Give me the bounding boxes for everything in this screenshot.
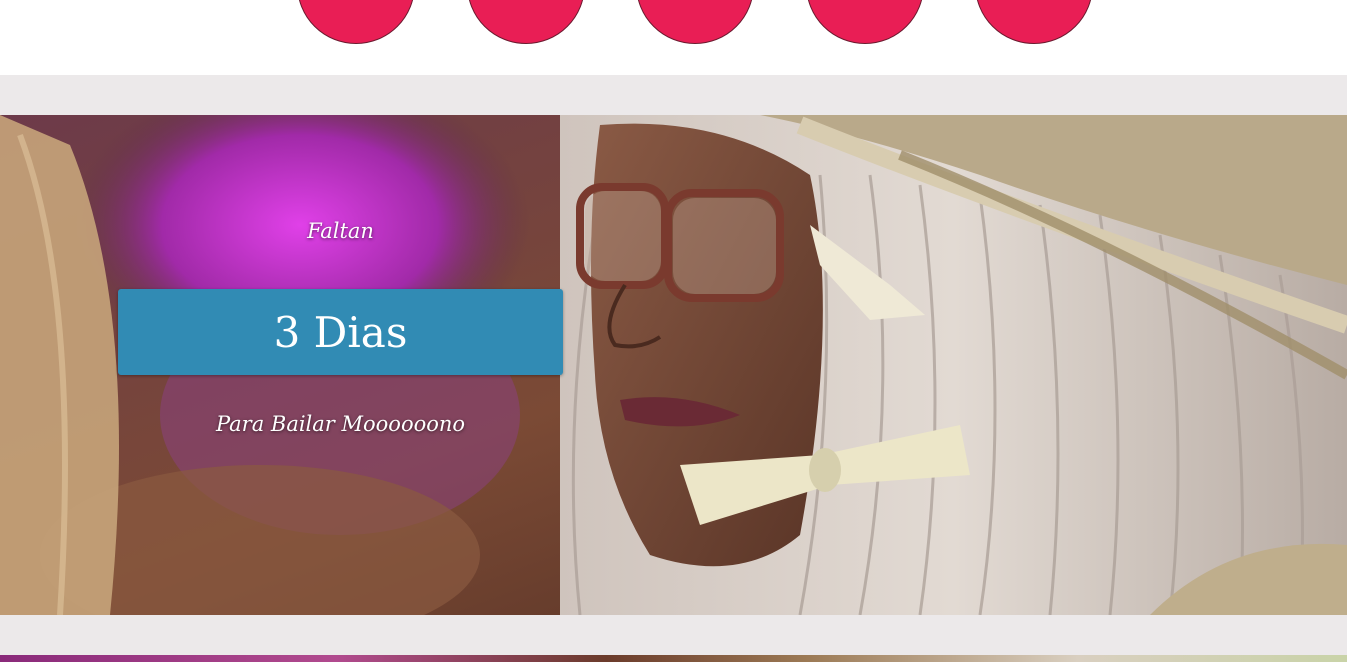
section-divider-top (0, 75, 1347, 115)
nav-circle-button-5[interactable] (975, 0, 1093, 44)
nav-circle-button-1[interactable] (297, 0, 415, 44)
hero-banner: Faltan 3 Dias Para Bailar Moooooono (0, 115, 1347, 615)
countdown-value: 3 Dias (273, 307, 408, 357)
nav-circle-button-4[interactable] (806, 0, 924, 44)
nav-circle-button-3[interactable] (636, 0, 754, 44)
countdown-tagline: Para Bailar Moooooono (215, 412, 466, 436)
next-section-photo (0, 655, 1347, 662)
top-navigation (0, 0, 1347, 75)
countdown-prefix: Faltan (307, 219, 374, 243)
nav-circle-button-2[interactable] (467, 0, 585, 44)
section-divider-bottom (0, 615, 1347, 655)
countdown-box[interactable]: 3 Dias (118, 289, 563, 375)
